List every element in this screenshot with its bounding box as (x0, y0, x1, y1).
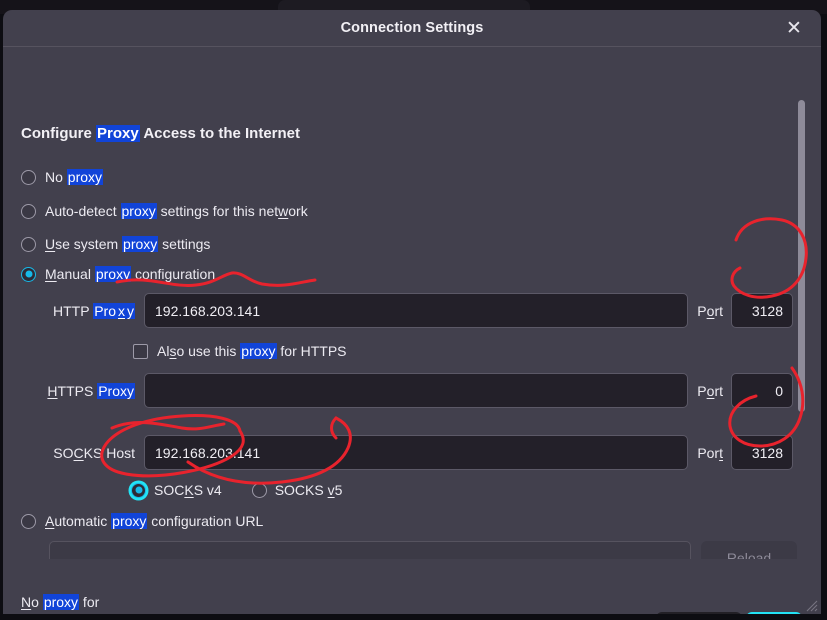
https-port-input[interactable] (731, 373, 793, 408)
vertical-scrollbar[interactable] (798, 100, 805, 412)
socks-port-input[interactable] (731, 435, 793, 470)
radio-manual-proxy[interactable]: Manual proxy configuration (21, 266, 215, 282)
http-port-label: Port (697, 302, 723, 319)
checkbox-indicator[interactable] (133, 343, 148, 359)
https-proxy-row: HTTPS Proxy Port (21, 373, 793, 408)
socks-port-label: Port (697, 444, 723, 461)
connection-settings-dialog: Connection Settings ✕ Configure Proxy Ac… (3, 10, 821, 614)
heading-after: Access to the Internet (139, 125, 301, 142)
ok-button[interactable]: OK (746, 612, 802, 614)
https-port-label: Port (697, 382, 723, 399)
radio-no-proxy[interactable]: No proxy (21, 169, 104, 185)
radio-label: SOCKS v5 (274, 482, 343, 498)
radio-auto-detect-proxy[interactable]: Auto-detect proxy settings for this netw… (21, 203, 308, 219)
no-proxy-for-label: No proxy for (21, 594, 100, 610)
heading-highlight: Proxy (96, 125, 140, 142)
http-proxy-input[interactable] (144, 293, 689, 328)
http-port-input[interactable] (731, 293, 793, 328)
radio-socks-v5[interactable]: SOCKS v5 (251, 482, 343, 498)
also-use-for-https-checkbox[interactable]: Also use this proxy for HTTPS (133, 343, 347, 359)
radio-indicator[interactable] (21, 169, 36, 185)
http-proxy-row: HTTP Proxy Port (21, 293, 793, 328)
socks-version-group: SOCKS v4 SOCKS v5 (131, 482, 342, 498)
page-title: Configure Proxy Access to the Internet (21, 125, 300, 142)
socks-host-row: SOCKS Host Port (21, 435, 793, 470)
reload-button[interactable]: Reload (701, 541, 797, 559)
http-proxy-label: HTTP Pro x y (53, 302, 135, 319)
screen: Connection Settings ✕ Configure Proxy Ac… (0, 0, 827, 620)
checkbox-label: Also use this proxy for HTTPS (157, 343, 347, 359)
https-proxy-input[interactable] (144, 373, 689, 408)
cancel-button[interactable]: Cancel (656, 612, 742, 614)
radio-label: Auto-detect proxy settings for this netw… (45, 203, 308, 219)
radio-indicator[interactable] (21, 513, 36, 529)
resize-grip-icon[interactable] (804, 598, 818, 612)
radio-label: Use system proxy settings (45, 236, 211, 252)
radio-automatic-pac-url[interactable]: Automatic proxy configuration URL (21, 513, 263, 529)
close-icon[interactable]: ✕ (781, 15, 807, 41)
https-proxy-label: HTTPS Proxy (47, 382, 135, 399)
heading-before: Configure (21, 125, 96, 142)
radio-label: Manual proxy configuration (45, 266, 216, 282)
radio-indicator[interactable] (21, 236, 36, 252)
radio-indicator[interactable] (131, 482, 146, 498)
radio-label: No proxy (45, 169, 104, 185)
radio-indicator[interactable] (251, 482, 267, 498)
dialog-titlebar: Connection Settings ✕ (3, 10, 821, 47)
dialog-content: Configure Proxy Access to the Internet N… (3, 47, 821, 614)
radio-indicator[interactable] (21, 203, 36, 219)
settings-scroll-pane: Configure Proxy Access to the Internet N… (3, 47, 821, 559)
dialog-title: Connection Settings (340, 20, 484, 36)
radio-socks-v4[interactable]: SOCKS v4 (131, 482, 222, 498)
radio-use-system-proxy[interactable]: Use system proxy settings (21, 236, 210, 252)
socks-host-input[interactable] (144, 435, 689, 470)
pac-url-input[interactable] (49, 541, 691, 559)
radio-label: Automatic proxy configuration URL (45, 513, 264, 529)
radio-indicator[interactable] (21, 266, 36, 282)
socks-host-label: SOCKS Host (53, 444, 135, 461)
scrollbar-thumb[interactable] (798, 100, 805, 412)
radio-label: SOCKS v4 (154, 482, 222, 498)
